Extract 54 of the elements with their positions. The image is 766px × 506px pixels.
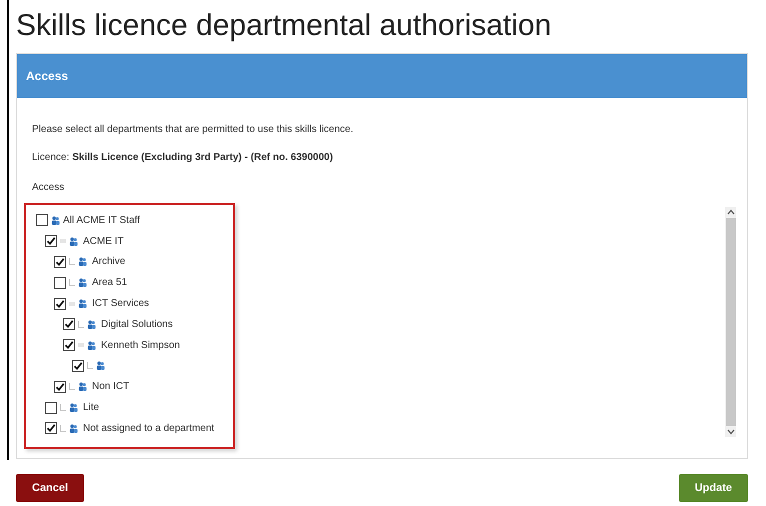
checkbox[interactable] bbox=[45, 402, 57, 414]
checkbox[interactable] bbox=[54, 380, 66, 393]
checkbox[interactable] bbox=[54, 256, 66, 268]
department-label[interactable]: All ACME IT Staff bbox=[63, 212, 140, 228]
checkbox[interactable] bbox=[54, 276, 66, 289]
branch-connector-icon bbox=[60, 238, 66, 244]
people-icon bbox=[78, 382, 87, 392]
update-button[interactable]: Update bbox=[678, 474, 748, 502]
checkbox[interactable] bbox=[54, 298, 66, 310]
department-label[interactable]: ACME IT bbox=[83, 234, 124, 249]
department-label[interactable]: Digital Solutions bbox=[101, 316, 173, 332]
people-icon bbox=[78, 299, 87, 308]
checkbox[interactable] bbox=[72, 360, 84, 372]
branch-connector-icon bbox=[69, 300, 75, 307]
people-icon bbox=[78, 278, 87, 288]
department-label[interactable]: Not assigned to a department bbox=[83, 420, 214, 436]
leaf-connector-icon bbox=[87, 362, 93, 370]
department-label[interactable]: Non ICT bbox=[92, 379, 130, 394]
leaf-connector-icon bbox=[69, 258, 75, 266]
people-icon bbox=[96, 361, 105, 370]
people-icon bbox=[87, 340, 96, 350]
page-title: Skills licence departmental authorisation bbox=[16, 8, 552, 44]
checkbox[interactable] bbox=[36, 214, 48, 226]
checkbox[interactable] bbox=[45, 235, 57, 248]
checkbox[interactable] bbox=[63, 318, 75, 330]
department-label[interactable]: Archive bbox=[92, 254, 126, 270]
department-label[interactable]: Lite bbox=[83, 400, 100, 416]
department-label[interactable]: Area 51 bbox=[92, 275, 128, 290]
licence-label: Licence: bbox=[32, 151, 70, 165]
leaf-connector-icon bbox=[69, 383, 75, 390]
access-label: Access bbox=[32, 181, 64, 195]
people-icon bbox=[87, 320, 96, 329]
scroll-thumb[interactable] bbox=[726, 218, 736, 426]
leaf-connector-icon bbox=[60, 404, 66, 412]
leaf-connector-icon bbox=[69, 279, 75, 286]
panel-title: Access bbox=[26, 68, 68, 85]
cancel-button[interactable]: Cancel bbox=[16, 474, 84, 502]
scrollbar[interactable] bbox=[725, 207, 736, 437]
licence-value: Skills Licence (Excluding 3rd Party) - (Ref no. 6390000) bbox=[72, 151, 333, 165]
people-icon bbox=[69, 424, 78, 433]
people-icon bbox=[78, 257, 87, 266]
department-label[interactable]: Kenneth Simpson bbox=[101, 338, 180, 353]
leaf-connector-icon bbox=[78, 320, 84, 328]
people-icon bbox=[69, 236, 78, 246]
checkbox[interactable] bbox=[63, 339, 75, 352]
leaf-connector-icon bbox=[60, 424, 66, 432]
scroll-down-icon[interactable] bbox=[726, 429, 734, 435]
instruction-text: Please select all departments that are permitted to use this skills licence. bbox=[32, 123, 354, 137]
people-icon bbox=[69, 403, 78, 412]
scroll-up-icon[interactable] bbox=[726, 209, 734, 215]
branch-connector-icon bbox=[78, 342, 84, 348]
department-label[interactable]: ICT Services bbox=[92, 296, 150, 312]
checkbox[interactable] bbox=[45, 422, 57, 434]
people-icon bbox=[51, 216, 60, 225]
